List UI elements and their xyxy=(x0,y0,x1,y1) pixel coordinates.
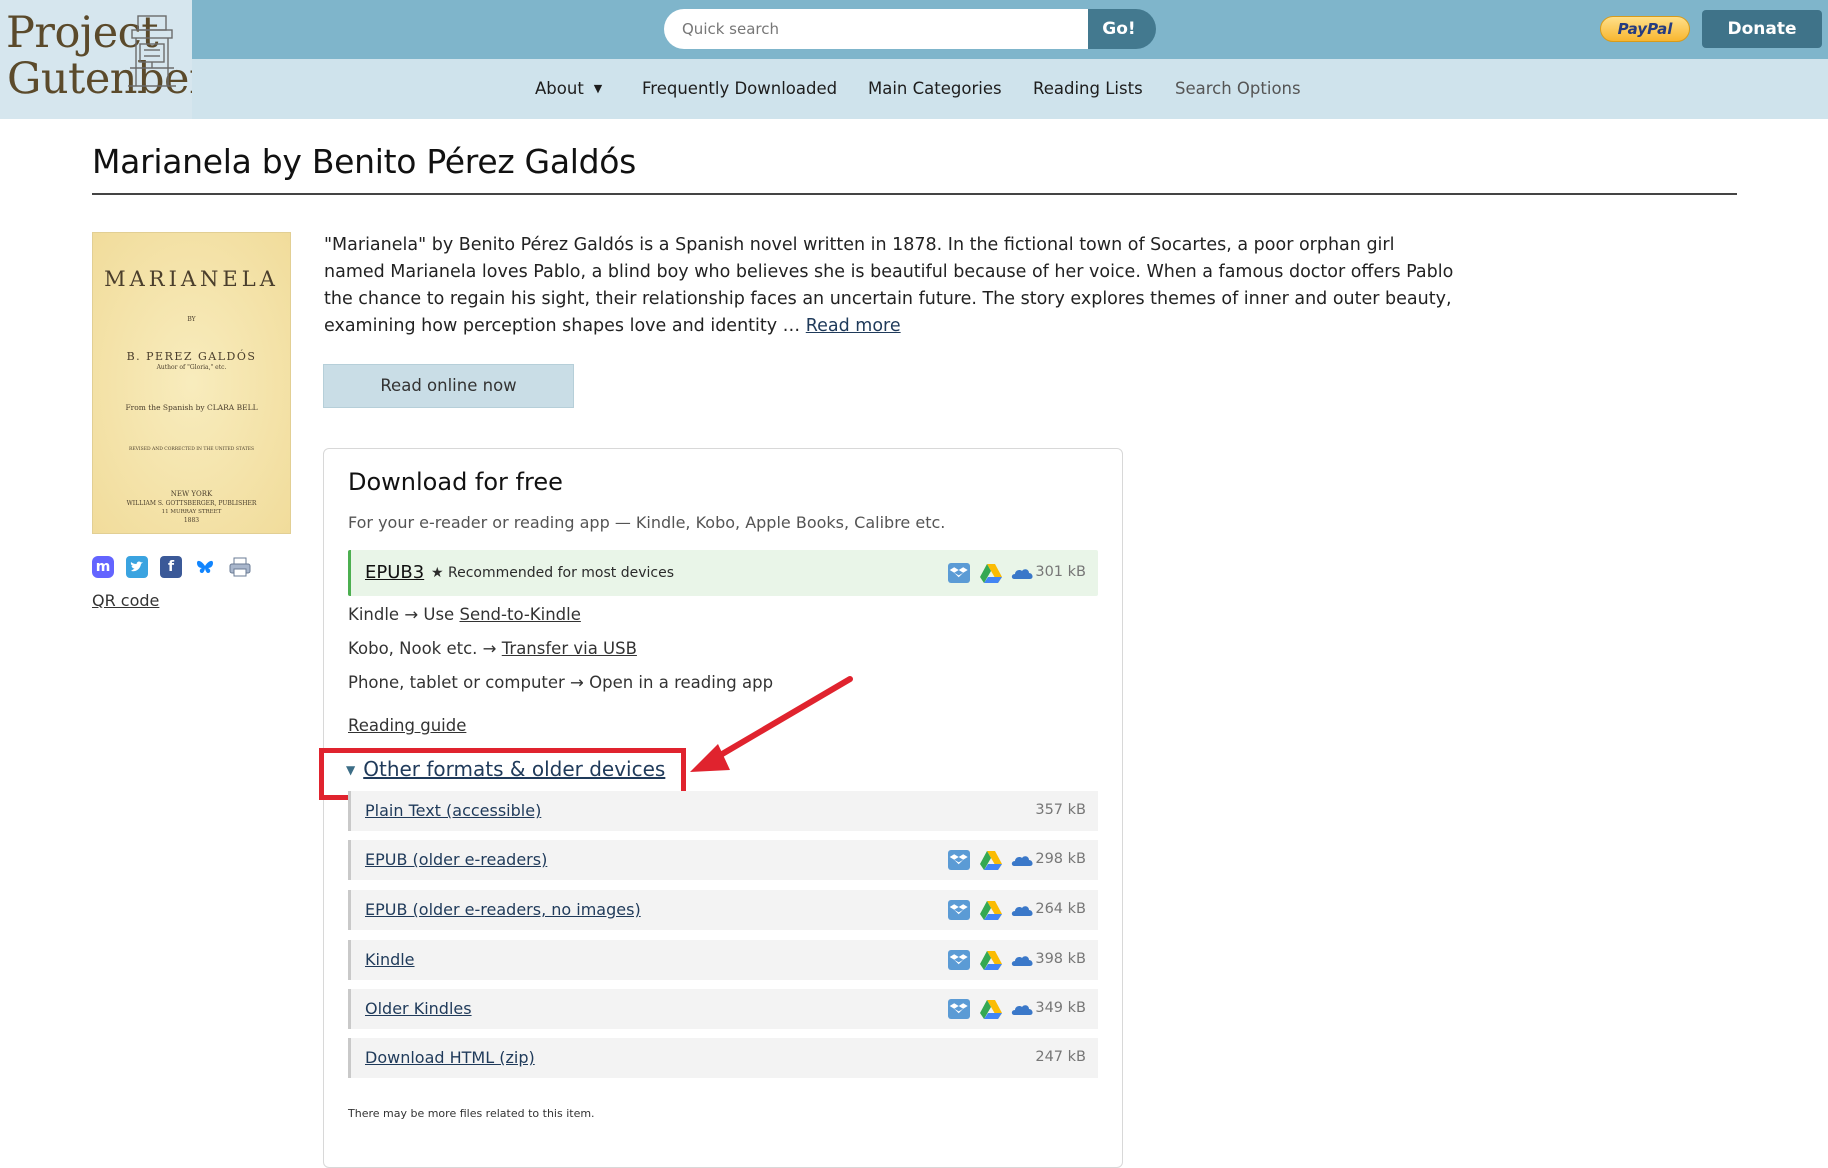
reading-guide-link[interactable]: Reading guide xyxy=(348,716,466,735)
onedrive-icon[interactable] xyxy=(1011,899,1035,921)
title-divider xyxy=(92,193,1737,195)
file-size: 357 kB xyxy=(1035,802,1086,818)
bluesky-icon[interactable] xyxy=(194,556,216,578)
cloud-save-icons xyxy=(947,998,1035,1020)
qr-code-link[interactable]: QR code xyxy=(92,591,159,610)
mastodon-icon[interactable]: m xyxy=(92,556,114,578)
file-size: 264 kB xyxy=(1035,901,1086,917)
nav-about[interactable]: About ▼ xyxy=(535,59,602,119)
facebook-icon[interactable]: f xyxy=(160,556,182,578)
main-nav: About ▼ Frequently Downloaded Main Catego… xyxy=(192,59,1828,119)
cover-author-sub: Author of "Gloria," etc. xyxy=(156,364,227,371)
phone-instructions: Phone, tablet or computer → Open in a re… xyxy=(348,673,774,692)
kindle-prefix: Kindle → Use xyxy=(348,605,460,624)
search-input[interactable] xyxy=(664,9,1088,49)
google-drive-icon[interactable] xyxy=(979,562,1003,584)
cover-author: B. PEREZ GALDÓS xyxy=(126,350,257,363)
cloud-save-icons xyxy=(947,949,1035,971)
cloud-save-icons xyxy=(947,899,1035,921)
format-row: Download HTML (zip) 247 kB xyxy=(348,1038,1098,1078)
dropbox-icon[interactable] xyxy=(947,949,971,971)
format-row: Older Kindles 349 kB xyxy=(348,989,1098,1029)
cover-address: 11 MURRAY STREET xyxy=(161,509,222,515)
nav-search-options[interactable]: Search Options xyxy=(1175,59,1301,119)
dropbox-icon[interactable] xyxy=(947,849,971,871)
format-row: EPUB (older e-readers) 298 kB xyxy=(348,840,1098,880)
google-drive-icon[interactable] xyxy=(979,998,1003,1020)
share-icons: m f xyxy=(92,556,251,578)
epub3-download-row: EPUB3 ★ Recommended for most devices 301… xyxy=(348,550,1098,596)
top-bar: Go! PayPal Donate xyxy=(192,0,1828,59)
file-size: 349 kB xyxy=(1035,1000,1086,1016)
cover-translator: From the Spanish by CLARA BELL xyxy=(125,403,258,412)
google-drive-icon[interactable] xyxy=(979,849,1003,871)
onedrive-icon[interactable] xyxy=(1011,949,1035,971)
format-row: Kindle 398 kB xyxy=(348,940,1098,980)
cover-city: NEW YORK xyxy=(170,490,213,498)
twitter-icon[interactable] xyxy=(126,556,148,578)
recommended-badge: ★ Recommended for most devices xyxy=(431,565,674,581)
donate-button[interactable]: Donate xyxy=(1702,10,1822,48)
onedrive-icon[interactable] xyxy=(1011,849,1035,871)
format-link[interactable]: EPUB (older e-readers, no images) xyxy=(365,900,641,919)
nav-reading-lists[interactable]: Reading Lists xyxy=(1033,59,1143,119)
kindle-instructions: Kindle → Use Send-to-Kindle xyxy=(348,605,581,624)
read-more-link[interactable]: Read more xyxy=(806,316,901,336)
dropbox-icon[interactable] xyxy=(947,998,971,1020)
chevron-down-icon: ▼ xyxy=(593,82,603,95)
nav-main-categories[interactable]: Main Categories xyxy=(868,59,1002,119)
book-summary: "Marianela" by Benito Pérez Galdós is a … xyxy=(324,232,1454,340)
cover-revised: REVISED AND CORRECTED IN THE UNITED STAT… xyxy=(128,447,255,452)
onedrive-icon[interactable] xyxy=(1011,998,1035,1020)
page-title: Marianela by Benito Pérez Galdós xyxy=(92,142,637,181)
onedrive-icon[interactable] xyxy=(1011,562,1035,584)
format-link[interactable]: Plain Text (accessible) xyxy=(365,801,541,820)
dropbox-icon[interactable] xyxy=(947,562,971,584)
cloud-save-icons xyxy=(947,849,1035,871)
footnote: There may be more files related to this … xyxy=(348,1107,595,1120)
format-row: EPUB (older e-readers, no images) 264 kB xyxy=(348,890,1098,930)
printing-press-icon xyxy=(128,15,176,87)
paypal-button[interactable]: PayPal xyxy=(1600,16,1690,42)
format-link[interactable]: Download HTML (zip) xyxy=(365,1048,535,1067)
format-link[interactable]: Older Kindles xyxy=(365,999,472,1018)
file-size: 301 kB xyxy=(1035,564,1086,580)
kobo-prefix: Kobo, Nook etc. → xyxy=(348,639,502,658)
file-size: 298 kB xyxy=(1035,851,1086,867)
file-size: 398 kB xyxy=(1035,951,1086,967)
cloud-save-icons xyxy=(947,562,1035,584)
nav-frequently-downloaded[interactable]: Frequently Downloaded xyxy=(642,59,837,119)
search-go-button[interactable]: Go! xyxy=(1088,9,1156,49)
book-cover: MARIANELA BY B. PEREZ GALDÓS Author of "… xyxy=(92,232,291,534)
print-icon[interactable] xyxy=(228,556,251,578)
kobo-instructions: Kobo, Nook etc. → Transfer via USB xyxy=(348,639,637,658)
dropbox-icon[interactable] xyxy=(947,899,971,921)
cover-year: 1883 xyxy=(183,517,200,524)
format-link[interactable]: EPUB (older e-readers) xyxy=(365,850,547,869)
nav-about-label: About xyxy=(535,79,584,98)
format-row: Plain Text (accessible) 357 kB xyxy=(348,791,1098,831)
transfer-via-usb-link[interactable]: Transfer via USB xyxy=(502,639,637,658)
send-to-kindle-link[interactable]: Send-to-Kindle xyxy=(459,605,580,624)
epub3-link[interactable]: EPUB3 xyxy=(365,562,424,583)
cover-publisher: WILLIAM S. GOTTSBERGER, PUBLISHER xyxy=(126,500,257,507)
download-title: Download for free xyxy=(348,468,563,496)
quick-search: Go! xyxy=(664,9,1156,49)
cover-title: MARIANELA xyxy=(104,267,279,291)
site-logo[interactable]: Project Gutenberg xyxy=(0,0,192,119)
google-drive-icon[interactable] xyxy=(979,899,1003,921)
cover-by: BY xyxy=(187,316,196,323)
download-subtitle: For your e-reader or reading app — Kindl… xyxy=(348,513,946,532)
file-size: 247 kB xyxy=(1035,1049,1086,1065)
google-drive-icon[interactable] xyxy=(979,949,1003,971)
format-link[interactable]: Kindle xyxy=(365,950,415,969)
read-online-button[interactable]: Read online now xyxy=(323,364,574,408)
